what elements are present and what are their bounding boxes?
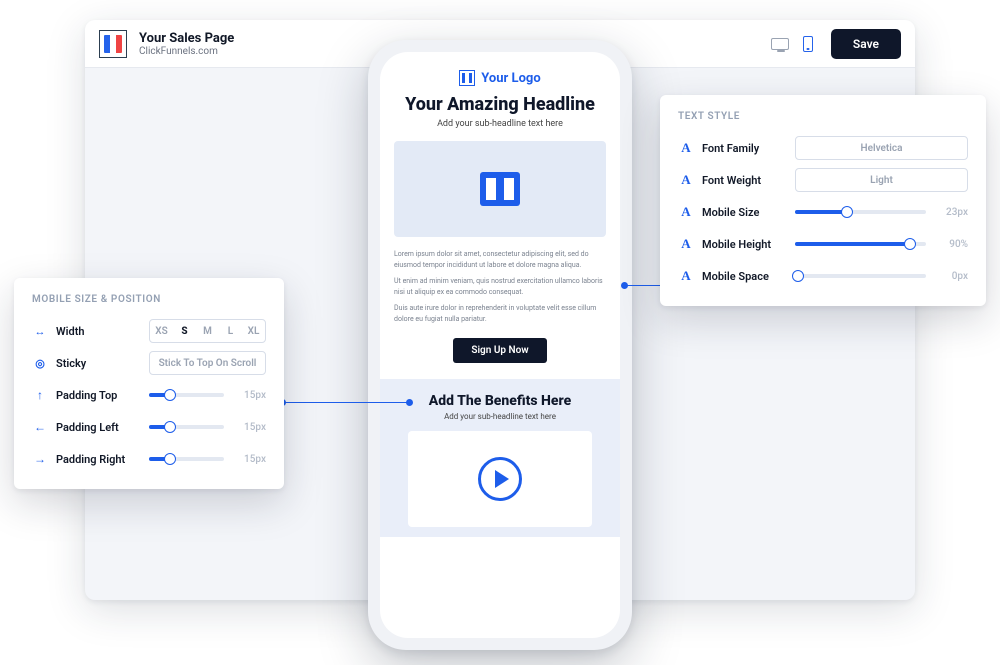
video-placeholder[interactable] (408, 431, 592, 527)
padding-left-row: ← Padding Left 15px (32, 413, 266, 441)
body-text[interactable]: Lorem ipsum dolor sit amet, consectetur … (394, 249, 606, 330)
text-icon: A (678, 236, 694, 252)
body-paragraph: Duis aute irure dolor in reprehenderit i… (394, 303, 606, 324)
save-button[interactable]: Save (831, 29, 901, 59)
padding-top-label: Padding Top (56, 389, 141, 402)
arrow-right-icon: → (32, 452, 48, 466)
mobile-space-value: 0px (934, 271, 968, 282)
width-option-xl[interactable]: XL (242, 326, 265, 337)
mobile-size-slider[interactable] (795, 210, 926, 214)
desktop-icon[interactable] (771, 37, 789, 51)
text-icon: A (678, 204, 694, 220)
font-weight-row: A Font Weight Light (678, 166, 968, 194)
font-family-row: A Font Family Helvetica (678, 134, 968, 162)
body-paragraph: Ut enim ad minim veniam, quis nostrud ex… (394, 276, 606, 297)
font-family-select[interactable]: Helvetica (795, 136, 968, 160)
logo-row: Your Logo (459, 70, 540, 86)
width-option-s[interactable]: S (173, 326, 196, 337)
benefits-sub: Add your sub-headline text here (394, 412, 606, 421)
text-icon: A (678, 140, 694, 156)
play-icon (478, 457, 522, 501)
mobile-size-label: Mobile Size (702, 206, 787, 219)
font-family-label: Font Family (702, 142, 787, 155)
sticky-select[interactable]: Stick To Top On Scroll (149, 351, 266, 375)
hero-image-placeholder[interactable] (394, 141, 606, 237)
sticky-label: Sticky (56, 357, 141, 370)
mobile-size-panel: MOBILE SIZE & POSITION ↔ Width XS S M L … (14, 278, 284, 489)
padding-top-value: 15px (232, 390, 266, 401)
width-option-l[interactable]: L (219, 326, 242, 337)
padding-right-row: → Padding Right 15px (32, 445, 266, 473)
logo-text: Your Logo (481, 71, 540, 86)
benefits-title: Add The Benefits Here (394, 393, 606, 409)
connector-line-left (282, 402, 410, 403)
mobile-height-row: A Mobile Height 90% (678, 230, 968, 258)
arrow-left-icon: ← (32, 420, 48, 434)
panel-title: TEXT STYLE (678, 111, 968, 122)
mobile-height-slider[interactable] (795, 242, 926, 246)
mobile-space-label: Mobile Space (702, 270, 787, 283)
panel-title: MOBILE SIZE & POSITION (32, 294, 266, 305)
body-paragraph: Lorem ipsum dolor sit amet, consectetur … (394, 249, 606, 270)
headline[interactable]: Your Amazing Headline (405, 94, 595, 115)
cta-button[interactable]: Sign Up Now (453, 338, 546, 363)
text-style-panel: TEXT STYLE A Font Family Helvetica A Fon… (660, 95, 986, 306)
sub-headline[interactable]: Add your sub-headline text here (437, 119, 563, 129)
text-icon: A (678, 268, 694, 284)
phone-screen: Your Logo Your Amazing Headline Add your… (380, 52, 620, 638)
phone-mockup: Your Logo Your Amazing Headline Add your… (368, 40, 632, 650)
padding-right-slider[interactable] (149, 457, 224, 461)
mobile-space-row: A Mobile Space 0px (678, 262, 968, 290)
width-row: ↔ Width XS S M L XL (32, 317, 266, 345)
padding-left-slider[interactable] (149, 425, 224, 429)
page-subtitle: ClickFunnels.com (139, 46, 234, 57)
padding-right-value: 15px (232, 454, 266, 465)
mobile-size-row: A Mobile Size 23px (678, 198, 968, 226)
mobile-space-slider[interactable] (795, 274, 926, 278)
sticky-icon: ◎ (32, 357, 48, 370)
font-weight-select[interactable]: Light (795, 168, 968, 192)
font-weight-label: Font Weight (702, 174, 787, 187)
mobile-icon[interactable] (799, 37, 817, 51)
padding-top-slider[interactable] (149, 393, 224, 397)
mobile-height-label: Mobile Height (702, 238, 787, 251)
padding-top-row: ↑ Padding Top 15px (32, 381, 266, 409)
width-option-xs[interactable]: XS (150, 326, 173, 337)
padding-left-label: Padding Left (56, 421, 141, 434)
mobile-height-value: 90% (934, 239, 968, 250)
benefits-section[interactable]: Add The Benefits Here Add your sub-headl… (380, 379, 620, 537)
page-title: Your Sales Page (139, 31, 234, 46)
image-icon (480, 172, 520, 206)
width-icon: ↔ (32, 325, 48, 338)
title-block: Your Sales Page ClickFunnels.com (139, 31, 234, 57)
app-logo-icon (99, 30, 127, 58)
width-label: Width (56, 325, 141, 338)
sticky-row: ◎ Sticky Stick To Top On Scroll (32, 349, 266, 377)
width-segmented-control[interactable]: XS S M L XL (149, 319, 266, 343)
text-icon: A (678, 172, 694, 188)
mobile-size-value: 23px (934, 207, 968, 218)
width-option-m[interactable]: M (196, 326, 219, 337)
padding-right-label: Padding Right (56, 453, 141, 466)
arrow-up-icon: ↑ (32, 388, 48, 402)
padding-left-value: 15px (232, 422, 266, 433)
device-toggle (771, 37, 817, 51)
logo-icon (459, 70, 475, 86)
